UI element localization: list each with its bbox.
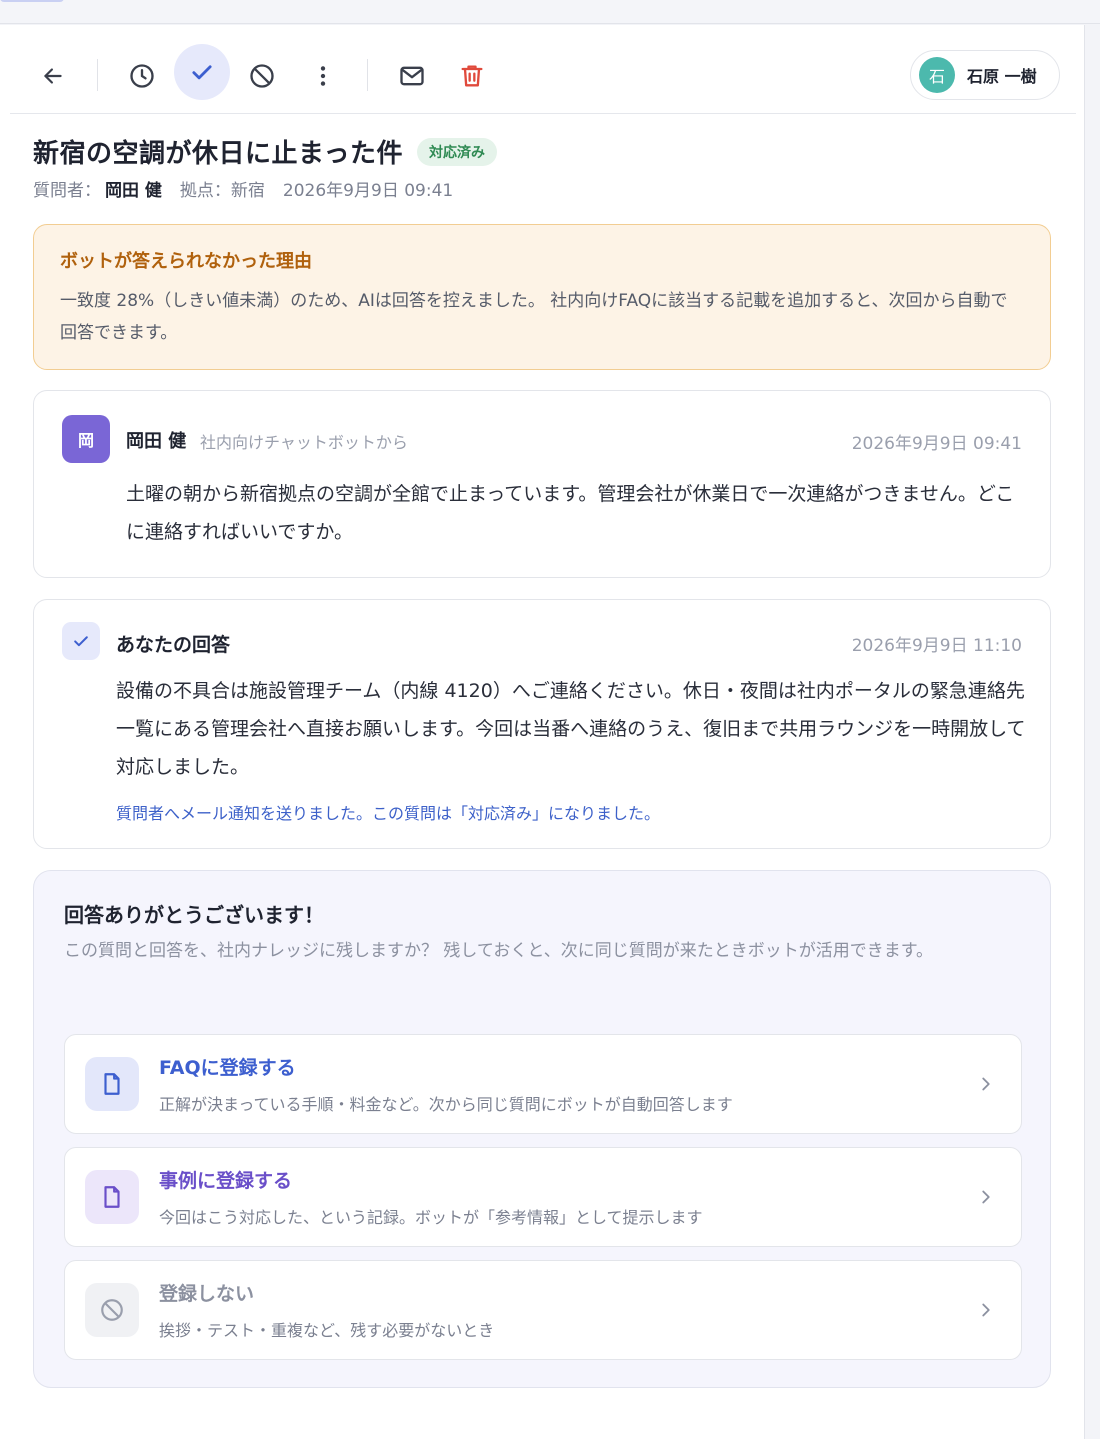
notification-note: 質問者へメール通知を送りました。この質問は「対応済み」になりました。	[116, 804, 661, 823]
option-description: 今回はこう対応した、という記録。ボットが「参考情報」として提示します	[159, 1208, 703, 1227]
scrollbar-track[interactable]	[1084, 25, 1100, 1439]
block-icon	[250, 64, 274, 88]
asker-name: 岡田 健	[105, 181, 162, 201]
question-body: 土曜の朝から新宿拠点の空調が全館で止まっています。管理会社が休業日で一次連絡がつ…	[126, 483, 1015, 543]
option-description: 正解が決まっている手順・料金など。次から同じ質問にボットが自動回答します	[159, 1095, 733, 1114]
document-icon	[85, 1057, 139, 1111]
trash-icon	[461, 65, 483, 87]
option-title: 事例に登録する	[159, 1170, 293, 1192]
toolbar-divider	[10, 113, 1076, 114]
top-strip	[0, 0, 1100, 24]
notice-text: 一致度 28%（しきい値未満）のため、AIは回答を控えました。 社内向けFAQに…	[60, 291, 1008, 343]
page-title: 新宿の空調が休日に止まった件	[33, 139, 403, 169]
answer-title: あなたの回答	[116, 634, 231, 656]
question-time: 2026年9月9日 09:41	[851, 434, 1022, 454]
register-faq-option[interactable]: FAQに登録する 正解が決まっている手順・料金など。次から同じ質問にボットが自動…	[64, 1034, 1022, 1134]
title-row: 新宿の空調が休日に止まった件 対応済み	[33, 133, 497, 170]
toolbar-divider	[97, 59, 98, 91]
block-icon	[85, 1283, 139, 1337]
prompt-text: この質問と回答を、社内ナレッジに残しますか？ 残しておくと、次に同じ質問が来たと…	[64, 941, 934, 961]
answer-badge	[62, 622, 100, 660]
chevron-right-icon	[982, 1077, 990, 1091]
prompt-title: 回答ありがとうございます！	[64, 903, 324, 927]
avatar: 石	[919, 57, 955, 93]
answer-body: 設備の不具合は施設管理チーム（内線 4120）へご連絡ください。休日・夜間は社内…	[116, 680, 1026, 778]
back-arrow-icon	[44, 68, 62, 84]
answer-time: 2026年9月9日 11:10	[851, 636, 1022, 656]
location: 拠点：新宿	[179, 181, 265, 201]
ignore-button[interactable]	[234, 48, 290, 104]
toolbar: 石 石原 一樹	[0, 25, 1084, 115]
mail-icon	[400, 66, 424, 86]
bot-failure-notice: ボットが答えられなかった理由 一致度 28%（しきい値未満）のため、AIは回答を…	[33, 224, 1051, 370]
notice-title: ボットが答えられなかった理由	[60, 251, 312, 272]
delete-button[interactable]	[444, 48, 500, 104]
back-button[interactable]	[25, 48, 81, 104]
question-meta: 質問者： 岡田 健 拠点：新宿 2026年9月9日 09:41	[33, 176, 453, 201]
answer-card: あなたの回答 2026年9月9日 11:10 設備の不具合は施設管理チーム（内線…	[33, 599, 1051, 849]
question-source: 社内向けチャットボットから	[200, 433, 408, 452]
do-not-register-option[interactable]: 登録しない 挨拶・テスト・重複など、残す必要がないとき	[64, 1260, 1022, 1360]
more-vertical-icon	[320, 66, 326, 86]
top-pill	[0, 0, 64, 2]
chevron-right-icon	[982, 1190, 990, 1204]
resolve-button[interactable]	[174, 44, 230, 100]
option-description: 挨拶・テスト・重複など、残す必要がないとき	[159, 1321, 495, 1340]
more-button[interactable]	[295, 48, 351, 104]
toolbar-divider	[367, 59, 368, 91]
snooze-button[interactable]	[114, 48, 170, 104]
user-name: 石原 一樹	[967, 67, 1037, 86]
register-case-option[interactable]: 事例に登録する 今回はこう対応した、という記録。ボットが「参考情報」として提示し…	[64, 1147, 1022, 1247]
detail-panel: 石 石原 一樹 新宿の空調が休日に止まった件 対応済み 質問者： 岡田 健 拠点…	[0, 25, 1084, 1439]
chevron-right-icon	[982, 1303, 990, 1317]
knowledge-prompt: 回答ありがとうございます！ この質問と回答を、社内ナレッジに残しますか？ 残して…	[33, 870, 1051, 1388]
user-menu[interactable]: 石 石原 一樹	[910, 50, 1060, 100]
option-title: 登録しない	[159, 1283, 255, 1305]
check-icon	[192, 65, 212, 80]
check-icon	[74, 636, 88, 647]
option-title: FAQに登録する	[159, 1057, 296, 1079]
document-icon	[85, 1170, 139, 1224]
avatar: 岡	[62, 415, 110, 463]
mail-button[interactable]	[384, 48, 440, 104]
asker-label: 質問者：	[33, 181, 101, 201]
question-author: 岡田 健	[126, 431, 187, 452]
question-card: 岡 岡田 健 社内向けチャットボットから 2026年9月9日 09:41 土曜の…	[33, 390, 1051, 578]
question-datetime: 2026年9月9日 09:41	[282, 181, 454, 201]
clock-icon	[130, 64, 154, 88]
status-badge: 対応済み	[416, 137, 497, 166]
